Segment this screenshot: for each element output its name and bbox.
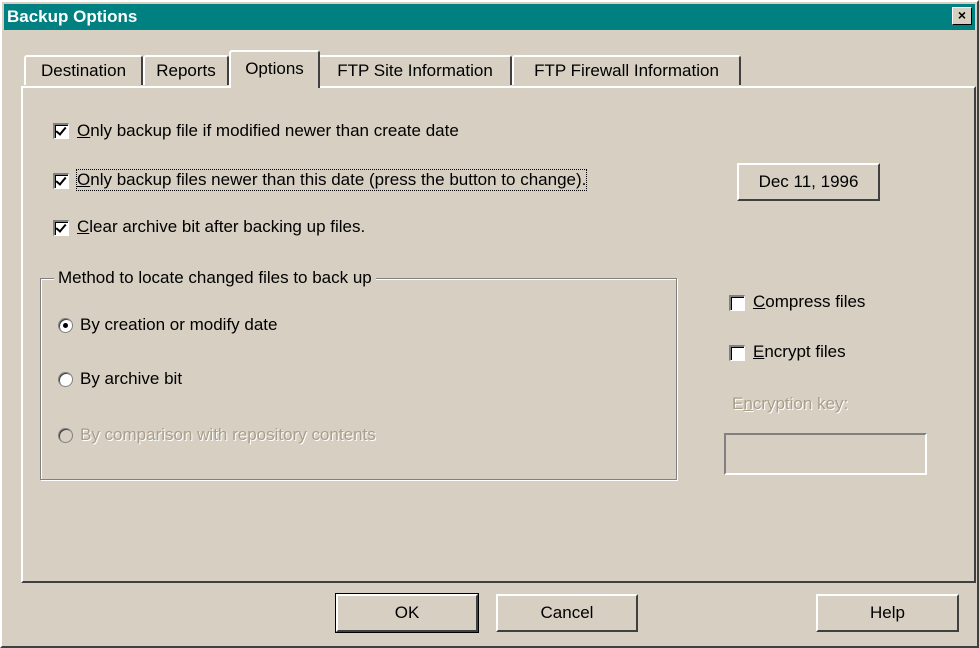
- compress-files-label[interactable]: Compress files: [753, 292, 865, 312]
- cancel-button[interactable]: Cancel: [496, 594, 638, 632]
- help-button[interactable]: Help: [816, 594, 959, 632]
- clear-archive-checkbox[interactable]: [53, 220, 69, 236]
- encryption-key-input: [724, 433, 927, 475]
- radio-creation-modify-date[interactable]: [58, 318, 73, 333]
- encrypt-files-checkbox[interactable]: [729, 345, 745, 361]
- radio-repository-comparison: [58, 428, 73, 443]
- encrypt-files-label[interactable]: Encrypt files: [753, 342, 846, 362]
- modified-newer-checkbox[interactable]: [53, 123, 69, 139]
- newer-than-date-label[interactable]: Only backup files newer than this date (…: [75, 169, 588, 191]
- radio-creation-modify-date-label[interactable]: By creation or modify date: [80, 315, 277, 335]
- encryption-key-label: Encryption key:: [732, 394, 849, 413]
- compress-files-checkbox[interactable]: [729, 295, 745, 311]
- ok-button[interactable]: OK: [335, 593, 479, 633]
- date-button[interactable]: Dec 11, 1996: [737, 163, 880, 201]
- modified-newer-label[interactable]: Only backup file if modified newer than …: [77, 121, 459, 141]
- radio-archive-bit[interactable]: [58, 372, 73, 387]
- radio-archive-bit-label[interactable]: By archive bit: [80, 369, 182, 389]
- newer-than-date-checkbox[interactable]: [53, 173, 69, 189]
- method-group-label: Method to locate changed files to back u…: [54, 268, 376, 288]
- radio-repository-comparison-label: By comparison with repository contents: [80, 425, 376, 444]
- clear-archive-label[interactable]: Clear archive bit after backing up files…: [77, 217, 365, 237]
